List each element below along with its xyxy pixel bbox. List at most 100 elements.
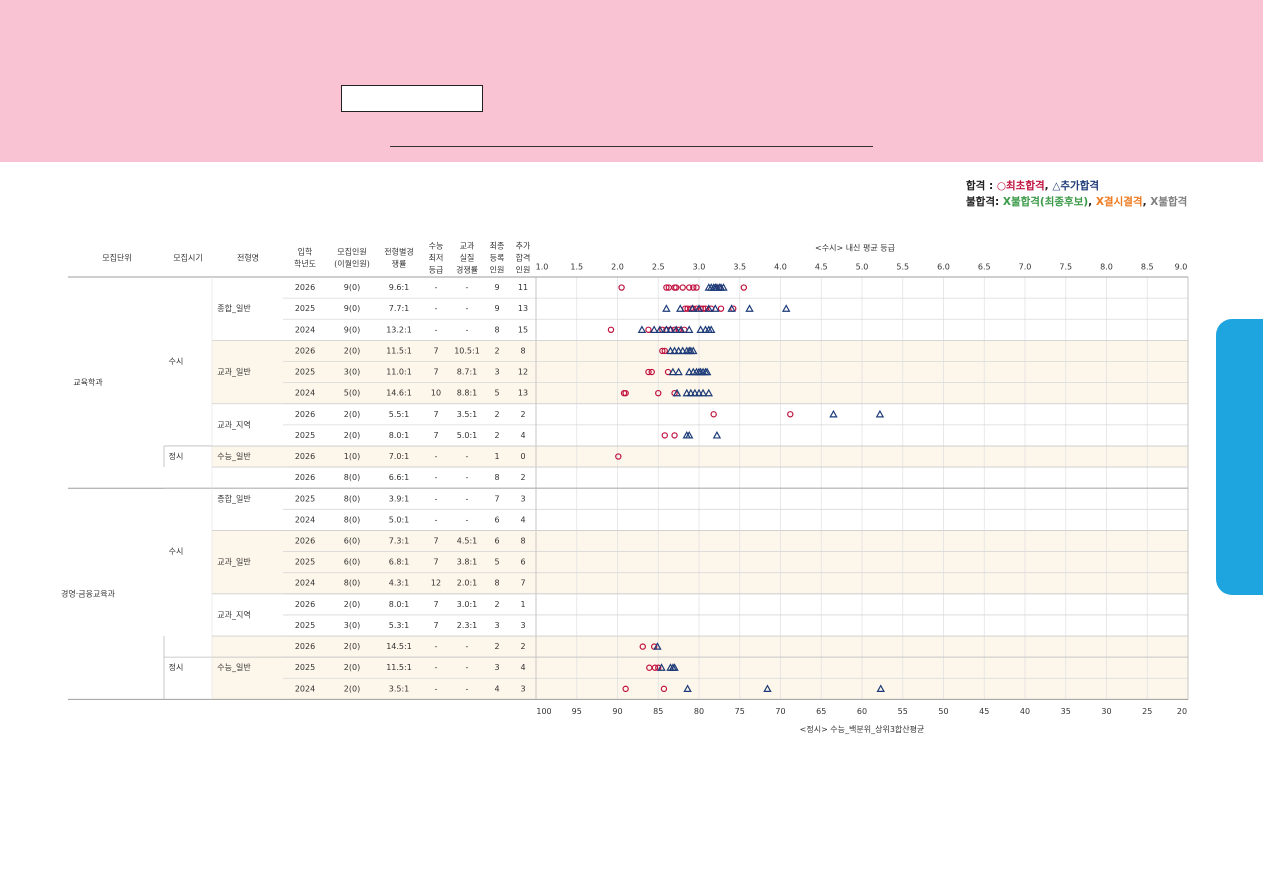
cell-quota: 2(0)	[344, 431, 360, 440]
type-label: 수능_일반	[217, 663, 251, 672]
column-header-year: 학년도	[294, 259, 316, 269]
cell-ratio: 4.3:1	[389, 579, 410, 588]
cell-extra: 15	[518, 325, 528, 334]
column-header-final: 등록	[490, 254, 505, 263]
cell-min: -	[435, 304, 438, 313]
cell-ratio: 9.6:1	[389, 283, 410, 292]
initial-pass-marker	[671, 432, 678, 439]
cell-quota: 9(0)	[344, 325, 360, 334]
type-label: 수능_일반	[217, 452, 251, 461]
cell-real: 2.3:1	[457, 621, 478, 630]
cell-real: -	[466, 515, 469, 524]
cell-quota: 2(0)	[344, 346, 360, 355]
top-tick-label: 7.0	[1019, 263, 1032, 272]
cell-min: 10	[431, 389, 441, 398]
cell-extra: 13	[518, 304, 528, 313]
cell-extra: 3	[520, 494, 525, 503]
cell-year: 2025	[295, 663, 315, 672]
cell-ratio: 6.6:1	[389, 473, 410, 482]
cell-min: -	[435, 494, 438, 503]
cell-ratio: 11.5:1	[386, 346, 412, 355]
cell-extra: 0	[520, 452, 525, 461]
period-label: 수시	[169, 547, 184, 556]
bottom-tick-label: 80	[694, 707, 704, 716]
cell-ratio: 11.0:1	[386, 368, 412, 377]
bottom-tick-label: 95	[572, 707, 582, 716]
column-header-quota: 모집인원	[337, 247, 366, 257]
cell-year: 2024	[295, 389, 315, 398]
cell-real: -	[466, 494, 469, 503]
extra-pass-marker	[781, 304, 791, 312]
cell-final: 3	[494, 663, 499, 672]
bottom-axis-label: <정시> 수능_백분위_상위3합산평균	[800, 724, 925, 734]
bottom-tick-label: 25	[1142, 707, 1152, 716]
initial-pass-marker	[607, 326, 615, 333]
cell-final: 2	[494, 410, 499, 419]
cell-final: 7	[494, 494, 499, 503]
cell-extra: 6	[520, 558, 525, 567]
top-tick-label: 9.0	[1175, 263, 1188, 272]
cell-final: 9	[494, 283, 499, 292]
cell-min: -	[435, 663, 438, 672]
column-header-extra: 합격	[516, 253, 531, 263]
bottom-tick-label: 75	[735, 707, 745, 716]
top-tick-label: 4.0	[774, 263, 787, 272]
cell-real: 2.0:1	[457, 579, 478, 588]
cell-quota: 1(0)	[344, 452, 360, 461]
top-tick-label: 4.5	[815, 263, 828, 272]
cell-real: -	[466, 304, 469, 313]
column-header-min: 수능	[429, 242, 444, 251]
cell-year: 2026	[295, 537, 315, 546]
initial-pass-marker	[618, 284, 625, 291]
cell-quota: 9(0)	[344, 283, 360, 292]
cell-quota: 8(0)	[344, 473, 360, 482]
cell-final: 8	[494, 325, 499, 334]
cell-real: 8.8:1	[457, 389, 478, 398]
type-label: 교과_일반	[217, 368, 251, 377]
cell-extra: 7	[520, 579, 525, 588]
column-header-min: 등급	[429, 266, 444, 275]
cell-extra: 4	[520, 431, 525, 440]
cell-year: 2026	[295, 473, 315, 482]
cell-real: 3.5:1	[457, 410, 478, 419]
cell-extra: 1	[520, 600, 525, 609]
period-label: 정시	[169, 451, 184, 461]
cell-year: 2026	[295, 346, 315, 355]
cell-final: 6	[494, 537, 499, 546]
top-tick-label: 3.5	[733, 263, 746, 272]
cell-year: 2025	[295, 621, 315, 630]
initial-pass-marker	[787, 411, 794, 418]
bottom-tick-label: 60	[857, 707, 867, 716]
top-tick-label: 7.5	[1059, 263, 1072, 272]
column-header-real: 교과	[460, 242, 475, 251]
cell-final: 2	[494, 346, 499, 355]
bottom-tick-label: 50	[938, 707, 948, 716]
cell-year: 2024	[295, 579, 315, 588]
cell-final: 1	[494, 452, 499, 461]
cell-ratio: 5.0:1	[389, 515, 410, 524]
cell-min: 7	[433, 537, 438, 546]
cell-quota: 6(0)	[344, 537, 360, 546]
extra-pass-marker	[685, 325, 694, 333]
top-tick-label: 2.5	[652, 263, 665, 272]
extra-pass-marker	[712, 430, 722, 439]
cell-min: 7	[433, 410, 438, 419]
initial-pass-marker	[661, 432, 668, 439]
cell-real: 3.0:1	[457, 600, 478, 609]
period-label: 정시	[169, 662, 184, 672]
cell-year: 2025	[295, 558, 315, 567]
cell-min: -	[435, 473, 438, 482]
cell-final: 8	[494, 579, 499, 588]
column-header-extra: 추가	[516, 242, 531, 251]
cell-year: 2026	[295, 410, 315, 419]
cell-ratio: 5.5:1	[389, 410, 410, 419]
cell-quota: 2(0)	[344, 663, 360, 672]
cell-quota: 8(0)	[344, 579, 360, 588]
column-header-period: 모집시기	[173, 253, 202, 263]
top-axis-label: <수시> 내신 평균 등급	[815, 243, 895, 253]
initial-pass-marker	[740, 284, 748, 291]
cell-final: 5	[494, 389, 499, 398]
cell-min: -	[435, 283, 438, 292]
cell-min: -	[435, 515, 438, 524]
cell-final: 6	[494, 515, 499, 524]
